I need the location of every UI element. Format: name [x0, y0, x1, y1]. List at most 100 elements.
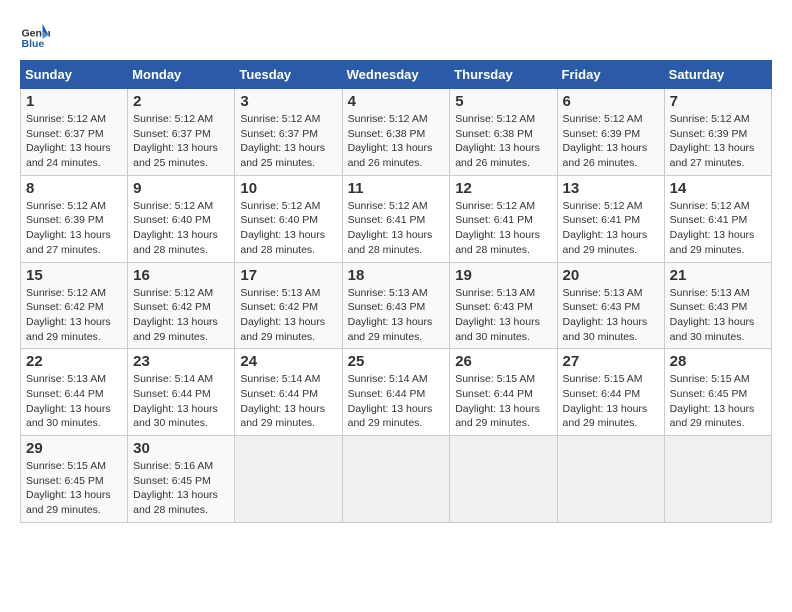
calendar-cell: 14 Sunrise: 5:12 AMSunset: 6:41 PMDayligh… — [664, 175, 771, 262]
day-detail: Sunrise: 5:13 AMSunset: 6:44 PMDaylight:… — [26, 373, 111, 429]
calendar-cell: 3 Sunrise: 5:12 AMSunset: 6:37 PMDaylight… — [235, 89, 342, 176]
calendar-cell: 15 Sunrise: 5:12 AMSunset: 6:42 PMDayligh… — [21, 262, 128, 349]
logo-icon: General Blue — [20, 20, 50, 50]
day-detail: Sunrise: 5:12 AMSunset: 6:41 PMDaylight:… — [455, 200, 540, 256]
calendar-cell: 27 Sunrise: 5:15 AMSunset: 6:44 PMDayligh… — [557, 349, 664, 436]
day-number: 5 — [455, 93, 551, 110]
day-number: 13 — [563, 180, 659, 197]
calendar-cell: 4 Sunrise: 5:12 AMSunset: 6:38 PMDaylight… — [342, 89, 450, 176]
page-header: General Blue — [20, 20, 772, 50]
calendar-cell: 30Sunrise: 5:16 AMSunset: 6:45 PMDayligh… — [128, 436, 235, 523]
day-detail: Sunrise: 5:14 AMSunset: 6:44 PMDaylight:… — [133, 373, 218, 429]
logo: General Blue — [20, 20, 54, 50]
calendar-cell: 29Sunrise: 5:15 AMSunset: 6:45 PMDayligh… — [21, 436, 128, 523]
calendar-cell — [557, 436, 664, 523]
day-detail: Sunrise: 5:13 AMSunset: 6:42 PMDaylight:… — [240, 287, 325, 343]
calendar-cell: 24 Sunrise: 5:14 AMSunset: 6:44 PMDayligh… — [235, 349, 342, 436]
calendar-cell: 26Sunrise: 5:15 AMSunset: 6:44 PMDayligh… — [450, 349, 557, 436]
day-number: 25 — [348, 353, 445, 370]
day-detail: Sunrise: 5:12 AMSunset: 6:42 PMDaylight:… — [133, 287, 218, 343]
svg-text:Blue: Blue — [22, 38, 45, 50]
calendar-cell: 23 Sunrise: 5:14 AMSunset: 6:44 PMDayligh… — [128, 349, 235, 436]
calendar-cell: 10 Sunrise: 5:12 AMSunset: 6:40 PMDayligh… — [235, 175, 342, 262]
calendar-cell: 11Sunrise: 5:12 AMSunset: 6:41 PMDayligh… — [342, 175, 450, 262]
day-number: 10 — [240, 180, 336, 197]
calendar-cell: 28 Sunrise: 5:15 AMSunset: 6:45 PMDayligh… — [664, 349, 771, 436]
header-row: SundayMondayTuesdayWednesdayThursdayFrid… — [21, 61, 772, 89]
calendar-cell: 18 Sunrise: 5:13 AMSunset: 6:43 PMDayligh… — [342, 262, 450, 349]
day-detail: Sunrise: 5:12 AMSunset: 6:39 PMDaylight:… — [563, 113, 648, 169]
calendar-cell: 9 Sunrise: 5:12 AMSunset: 6:40 PMDaylight… — [128, 175, 235, 262]
day-detail: Sunrise: 5:12 AMSunset: 6:41 PMDaylight:… — [670, 200, 755, 256]
header-day-wednesday: Wednesday — [342, 61, 450, 89]
day-detail: Sunrise: 5:12 AMSunset: 6:40 PMDaylight:… — [133, 200, 218, 256]
day-detail: Sunrise: 5:12 AMSunset: 6:37 PMDaylight:… — [240, 113, 325, 169]
calendar-week-3: 15 Sunrise: 5:12 AMSunset: 6:42 PMDayligh… — [21, 262, 772, 349]
day-number: 27 — [563, 353, 659, 370]
calendar-body: 1 Sunrise: 5:12 AMSunset: 6:37 PMDaylight… — [21, 89, 772, 523]
calendar-cell: 7 Sunrise: 5:12 AMSunset: 6:39 PMDaylight… — [664, 89, 771, 176]
day-detail: Sunrise: 5:12 AMSunset: 6:38 PMDaylight:… — [455, 113, 540, 169]
day-number: 3 — [240, 93, 336, 110]
day-detail: Sunrise: 5:12 AMSunset: 6:41 PMDaylight:… — [348, 200, 433, 256]
day-detail: Sunrise: 5:14 AMSunset: 6:44 PMDaylight:… — [348, 373, 433, 429]
header-day-sunday: Sunday — [21, 61, 128, 89]
header-day-saturday: Saturday — [664, 61, 771, 89]
day-detail: Sunrise: 5:12 AMSunset: 6:37 PMDaylight:… — [26, 113, 111, 169]
day-detail: Sunrise: 5:15 AMSunset: 6:44 PMDaylight:… — [455, 373, 540, 429]
day-number: 2 — [133, 93, 229, 110]
day-number: 7 — [670, 93, 766, 110]
day-number: 1 — [26, 93, 122, 110]
day-detail: Sunrise: 5:14 AMSunset: 6:44 PMDaylight:… — [240, 373, 325, 429]
day-number: 18 — [348, 267, 445, 284]
day-detail: Sunrise: 5:13 AMSunset: 6:43 PMDaylight:… — [455, 287, 540, 343]
day-number: 9 — [133, 180, 229, 197]
calendar-week-2: 8Sunrise: 5:12 AMSunset: 6:39 PMDaylight… — [21, 175, 772, 262]
day-number: 12 — [455, 180, 551, 197]
calendar-cell: 21Sunrise: 5:13 AMSunset: 6:43 PMDayligh… — [664, 262, 771, 349]
calendar-cell: 13 Sunrise: 5:12 AMSunset: 6:41 PMDayligh… — [557, 175, 664, 262]
calendar-cell: 6 Sunrise: 5:12 AMSunset: 6:39 PMDaylight… — [557, 89, 664, 176]
calendar-cell: 5 Sunrise: 5:12 AMSunset: 6:38 PMDaylight… — [450, 89, 557, 176]
day-detail: Sunrise: 5:12 AMSunset: 6:37 PMDaylight:… — [133, 113, 218, 169]
day-detail: Sunrise: 5:12 AMSunset: 6:38 PMDaylight:… — [348, 113, 433, 169]
day-detail: Sunrise: 5:15 AMSunset: 6:44 PMDaylight:… — [563, 373, 648, 429]
day-number: 29 — [26, 440, 122, 457]
day-number: 15 — [26, 267, 122, 284]
calendar-cell: 19 Sunrise: 5:13 AMSunset: 6:43 PMDayligh… — [450, 262, 557, 349]
day-detail: Sunrise: 5:13 AMSunset: 6:43 PMDaylight:… — [348, 287, 433, 343]
day-number: 17 — [240, 267, 336, 284]
header-day-thursday: Thursday — [450, 61, 557, 89]
header-day-friday: Friday — [557, 61, 664, 89]
calendar-cell: 20 Sunrise: 5:13 AMSunset: 6:43 PMDayligh… — [557, 262, 664, 349]
calendar-week-4: 22Sunrise: 5:13 AMSunset: 6:44 PMDayligh… — [21, 349, 772, 436]
calendar-week-5: 29Sunrise: 5:15 AMSunset: 6:45 PMDayligh… — [21, 436, 772, 523]
day-number: 4 — [348, 93, 445, 110]
day-detail: Sunrise: 5:12 AMSunset: 6:40 PMDaylight:… — [240, 200, 325, 256]
day-detail: Sunrise: 5:12 AMSunset: 6:39 PMDaylight:… — [670, 113, 755, 169]
day-detail: Sunrise: 5:13 AMSunset: 6:43 PMDaylight:… — [670, 287, 755, 343]
calendar-cell: 8Sunrise: 5:12 AMSunset: 6:39 PMDaylight… — [21, 175, 128, 262]
day-number: 19 — [455, 267, 551, 284]
day-detail: Sunrise: 5:13 AMSunset: 6:43 PMDaylight:… — [563, 287, 648, 343]
calendar-cell: 16 Sunrise: 5:12 AMSunset: 6:42 PMDayligh… — [128, 262, 235, 349]
day-number: 30 — [133, 440, 229, 457]
calendar-week-1: 1 Sunrise: 5:12 AMSunset: 6:37 PMDaylight… — [21, 89, 772, 176]
calendar-cell: 12 Sunrise: 5:12 AMSunset: 6:41 PMDayligh… — [450, 175, 557, 262]
day-number: 14 — [670, 180, 766, 197]
day-detail: Sunrise: 5:15 AMSunset: 6:45 PMDaylight:… — [670, 373, 755, 429]
calendar-cell: 17 Sunrise: 5:13 AMSunset: 6:42 PMDayligh… — [235, 262, 342, 349]
day-number: 28 — [670, 353, 766, 370]
calendar-header: SundayMondayTuesdayWednesdayThursdayFrid… — [21, 61, 772, 89]
day-number: 6 — [563, 93, 659, 110]
day-number: 20 — [563, 267, 659, 284]
day-number: 8 — [26, 180, 122, 197]
day-detail: Sunrise: 5:12 AMSunset: 6:42 PMDaylight:… — [26, 287, 111, 343]
calendar-cell: 2 Sunrise: 5:12 AMSunset: 6:37 PMDaylight… — [128, 89, 235, 176]
day-number: 16 — [133, 267, 229, 284]
day-number: 24 — [240, 353, 336, 370]
day-number: 23 — [133, 353, 229, 370]
calendar-cell — [342, 436, 450, 523]
day-detail: Sunrise: 5:12 AMSunset: 6:41 PMDaylight:… — [563, 200, 648, 256]
calendar-cell: 22Sunrise: 5:13 AMSunset: 6:44 PMDayligh… — [21, 349, 128, 436]
